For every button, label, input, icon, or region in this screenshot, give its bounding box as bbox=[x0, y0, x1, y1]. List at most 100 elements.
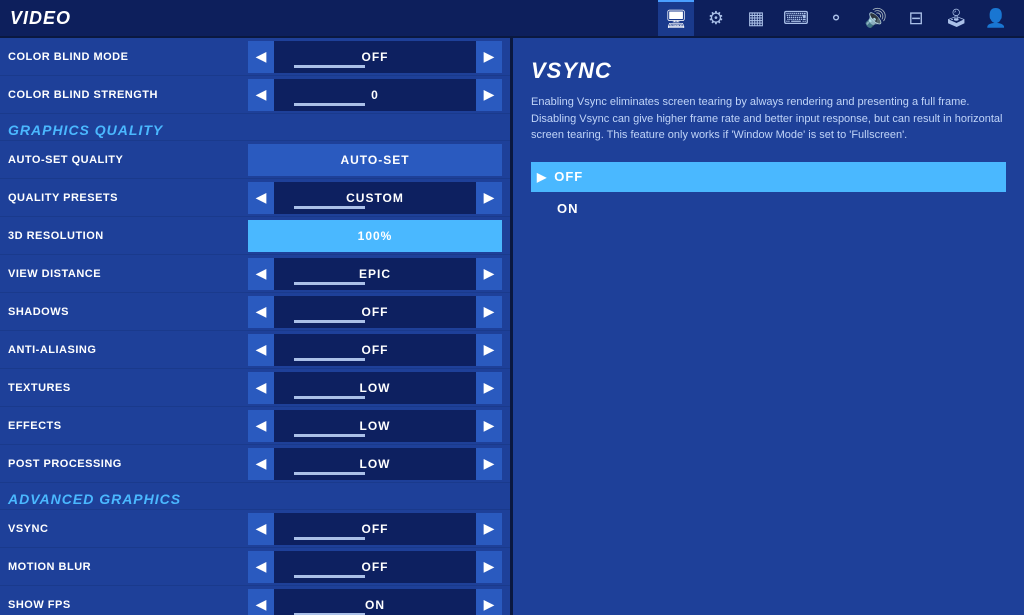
nav-user[interactable]: 👤 bbox=[978, 0, 1014, 36]
anti-aliasing-right-arrow[interactable]: ▶ bbox=[476, 334, 502, 366]
shadows-value: OFF bbox=[274, 296, 476, 328]
vsync-right-arrow[interactable]: ▶ bbox=[476, 513, 502, 545]
view-distance-bar bbox=[294, 282, 365, 285]
3d-resolution-label: 3D RESOLUTION bbox=[8, 230, 248, 242]
3d-resolution-control: 100% bbox=[248, 220, 502, 252]
main-content: COLOR BLIND MODE ◀ OFF ▶ COLOR BLIND STR… bbox=[0, 38, 1024, 615]
quality-presets-left-arrow[interactable]: ◀ bbox=[248, 182, 274, 214]
right-panel: VSYNC Enabling Vsync eliminates screen t… bbox=[510, 38, 1024, 615]
left-panel: COLOR BLIND MODE ◀ OFF ▶ COLOR BLIND STR… bbox=[0, 38, 510, 615]
nav-gear[interactable]: ⚙ bbox=[698, 0, 734, 36]
3d-resolution-value: 100% bbox=[248, 220, 502, 252]
vsync-row: VSYNC ◀ OFF ▶ bbox=[0, 510, 510, 548]
color-blind-mode-left-arrow[interactable]: ◀ bbox=[248, 41, 274, 73]
quality-presets-right-arrow[interactable]: ▶ bbox=[476, 182, 502, 214]
textures-control: ◀ LOW ▶ bbox=[248, 372, 502, 404]
motion-blur-control: ◀ OFF ▶ bbox=[248, 551, 502, 583]
post-processing-row: POST PROCESSING ◀ LOW ▶ bbox=[0, 445, 510, 483]
info-description: Enabling Vsync eliminates screen tearing… bbox=[531, 94, 1006, 144]
auto-set-quality-button[interactable]: AUTO-SET bbox=[248, 144, 502, 176]
anti-aliasing-row: ANTI-ALIASING ◀ OFF ▶ bbox=[0, 331, 510, 369]
post-processing-label: POST PROCESSING bbox=[8, 458, 248, 470]
window-title: Video bbox=[10, 8, 71, 29]
top-bar: Video 🖥 ⚙ ▦ ⌨ ⚬ 🔊 ⊟ 🕹 👤 bbox=[0, 0, 1024, 38]
color-blind-mode-value: OFF bbox=[274, 41, 476, 73]
color-blind-mode-right-arrow[interactable]: ▶ bbox=[476, 41, 502, 73]
shadows-row: SHADOWS ◀ OFF ▶ bbox=[0, 293, 510, 331]
textures-row: TEXTURES ◀ LOW ▶ bbox=[0, 369, 510, 407]
color-blind-strength-left-arrow[interactable]: ◀ bbox=[248, 79, 274, 111]
color-blind-mode-row: COLOR BLIND MODE ◀ OFF ▶ bbox=[0, 38, 510, 76]
vsync-label: VSYNC bbox=[8, 523, 248, 535]
shadows-bar bbox=[294, 320, 365, 323]
shadows-control: ◀ OFF ▶ bbox=[248, 296, 502, 328]
view-distance-control: ◀ EPIC ▶ bbox=[248, 258, 502, 290]
textures-right-arrow[interactable]: ▶ bbox=[476, 372, 502, 404]
color-blind-strength-label: COLOR BLIND STRENGTH bbox=[8, 89, 248, 101]
show-fps-left-arrow[interactable]: ◀ bbox=[248, 589, 274, 615]
textures-label: TEXTURES bbox=[8, 382, 248, 394]
show-fps-label: SHOW FPS bbox=[8, 599, 248, 611]
post-processing-right-arrow[interactable]: ▶ bbox=[476, 448, 502, 480]
effects-label: EFFECTS bbox=[8, 420, 248, 432]
vsync-bar bbox=[294, 537, 365, 540]
vsync-left-arrow[interactable]: ◀ bbox=[248, 513, 274, 545]
post-processing-bar bbox=[294, 472, 365, 475]
anti-aliasing-control: ◀ OFF ▶ bbox=[248, 334, 502, 366]
effects-control: ◀ LOW ▶ bbox=[248, 410, 502, 442]
nav-network[interactable]: ⊟ bbox=[898, 0, 934, 36]
nav-grid[interactable]: ▦ bbox=[738, 0, 774, 36]
option-on[interactable]: ON bbox=[531, 194, 1006, 224]
motion-blur-bar bbox=[294, 575, 365, 578]
shadows-label: SHADOWS bbox=[8, 306, 248, 318]
vsync-value: OFF bbox=[274, 513, 476, 545]
effects-value: LOW bbox=[274, 410, 476, 442]
effects-left-arrow[interactable]: ◀ bbox=[248, 410, 274, 442]
graphics-quality-header: GRAPHICS QUALITY bbox=[0, 114, 510, 141]
color-blind-mode-control: ◀ OFF ▶ bbox=[248, 41, 502, 73]
post-processing-value: LOW bbox=[274, 448, 476, 480]
view-distance-row: VIEW DISTANCE ◀ EPIC ▶ bbox=[0, 255, 510, 293]
effects-right-arrow[interactable]: ▶ bbox=[476, 410, 502, 442]
show-fps-control: ◀ ON ▶ bbox=[248, 589, 502, 615]
option-off-arrow: ▶ bbox=[537, 170, 546, 184]
view-distance-label: VIEW DISTANCE bbox=[8, 268, 248, 280]
auto-set-quality-label: AUTO-SET QUALITY bbox=[8, 154, 248, 166]
color-blind-strength-bar bbox=[294, 103, 365, 106]
auto-set-quality-row: AUTO-SET QUALITY AUTO-SET bbox=[0, 141, 510, 179]
option-off[interactable]: ▶ OFF bbox=[531, 162, 1006, 192]
view-distance-right-arrow[interactable]: ▶ bbox=[476, 258, 502, 290]
vsync-control: ◀ OFF ▶ bbox=[248, 513, 502, 545]
nav-monitor[interactable]: 🖥 bbox=[658, 0, 694, 36]
post-processing-left-arrow[interactable]: ◀ bbox=[248, 448, 274, 480]
textures-bar bbox=[294, 396, 365, 399]
show-fps-right-arrow[interactable]: ▶ bbox=[476, 589, 502, 615]
motion-blur-row: MOTION BLUR ◀ OFF ▶ bbox=[0, 548, 510, 586]
color-blind-strength-right-arrow[interactable]: ▶ bbox=[476, 79, 502, 111]
nav-audio[interactable]: 🔊 bbox=[858, 0, 894, 36]
motion-blur-left-arrow[interactable]: ◀ bbox=[248, 551, 274, 583]
nav-keyboard[interactable]: ⌨ bbox=[778, 0, 814, 36]
nav-controller[interactable]: ⚬ bbox=[818, 0, 854, 36]
color-blind-mode-bar bbox=[294, 65, 365, 68]
effects-row: EFFECTS ◀ LOW ▶ bbox=[0, 407, 510, 445]
info-title: VSYNC bbox=[531, 58, 1006, 84]
anti-aliasing-value: OFF bbox=[274, 334, 476, 366]
motion-blur-right-arrow[interactable]: ▶ bbox=[476, 551, 502, 583]
view-distance-left-arrow[interactable]: ◀ bbox=[248, 258, 274, 290]
view-distance-value: EPIC bbox=[274, 258, 476, 290]
textures-left-arrow[interactable]: ◀ bbox=[248, 372, 274, 404]
3d-resolution-row: 3D RESOLUTION 100% bbox=[0, 217, 510, 255]
nav-gamepad[interactable]: 🕹 bbox=[938, 0, 974, 36]
anti-aliasing-left-arrow[interactable]: ◀ bbox=[248, 334, 274, 366]
quality-presets-bar bbox=[294, 206, 365, 209]
auto-set-quality-control: AUTO-SET bbox=[248, 144, 502, 176]
nav-icons: 🖥 ⚙ ▦ ⌨ ⚬ 🔊 ⊟ 🕹 👤 bbox=[658, 0, 1014, 36]
option-on-label: ON bbox=[537, 201, 579, 216]
shadows-right-arrow[interactable]: ▶ bbox=[476, 296, 502, 328]
motion-blur-value: OFF bbox=[274, 551, 476, 583]
color-blind-strength-control: ◀ 0 ▶ bbox=[248, 79, 502, 111]
shadows-left-arrow[interactable]: ◀ bbox=[248, 296, 274, 328]
post-processing-control: ◀ LOW ▶ bbox=[248, 448, 502, 480]
show-fps-row: SHOW FPS ◀ ON ▶ bbox=[0, 586, 510, 615]
